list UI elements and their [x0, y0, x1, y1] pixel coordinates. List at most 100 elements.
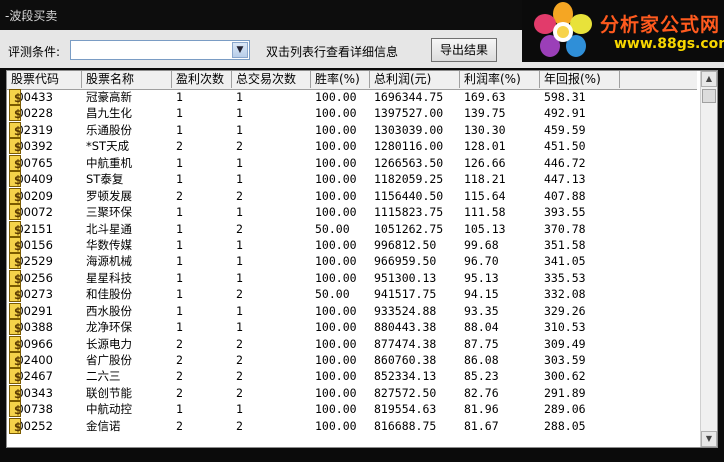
- table-row[interactable]: $600765 中航重机 1 1 100.00 1266563.50 126.66 446.7…: [7, 154, 697, 171]
- cell-annual-return: 300.62: [540, 368, 620, 384]
- cell-text: 中航重机: [86, 155, 132, 170]
- cell-text: 1: [176, 155, 183, 170]
- cell-text: 1: [236, 402, 243, 417]
- table-row[interactable]: $600209 罗顿发展 2 2 100.00 1156440.50 115.64 407.8…: [7, 187, 697, 204]
- cell-stock-name: 联创节能: [82, 385, 172, 401]
- cell-stock-name: 龙净环保: [82, 319, 172, 335]
- table-row[interactable]: $600392 *ST天成 2 2 100.00 1280116.00 128.01 451.…: [7, 138, 697, 155]
- col-header-wins[interactable]: 盈利次数: [172, 71, 232, 88]
- table-row[interactable]: $002151 北斗星通 1 2 50.00 1051262.75 105.13 370.78: [7, 220, 697, 237]
- cell-win-count: 1: [172, 401, 232, 417]
- cell-annual-return: 329.26: [540, 303, 620, 319]
- scroll-up-icon[interactable]: ▲: [701, 71, 717, 87]
- table-row[interactable]: $600433 冠豪高新 1 1 100.00 1696344.75 169.63 598.3…: [7, 89, 697, 105]
- table-row[interactable]: $000738 中航动控 1 1 100.00 819554.63 81.96 289.06: [7, 401, 697, 418]
- stock-icon: $: [9, 121, 21, 138]
- cell-text: 446.72: [544, 155, 586, 170]
- cell-text: 94.15: [464, 287, 499, 302]
- scroll-thumb[interactable]: [702, 89, 716, 103]
- cell-text: 81.67: [464, 418, 499, 433]
- cell-annual-return: 335.53: [540, 270, 620, 286]
- cell-stock-code: $000409: [7, 171, 82, 188]
- cell-stock-code: $600392: [7, 138, 82, 155]
- table-row[interactable]: $600291 西水股份 1 1 100.00 933524.88 93.35 329.26: [7, 302, 697, 319]
- cell-stock-name: 北斗星通: [82, 221, 172, 237]
- stock-icon: $: [9, 89, 21, 105]
- cell-total-profit: 1182059.25: [370, 171, 460, 187]
- cell-win-rate: 100.00: [311, 253, 370, 269]
- cell-text: 309.49: [544, 336, 586, 351]
- table-row[interactable]: $300256 星星科技 1 1 100.00 951300.13 95.13 335.53: [7, 269, 697, 286]
- cell-text: 100.00: [315, 385, 357, 400]
- cell-text: 北斗星通: [86, 221, 132, 236]
- cell-trade-count: 1: [232, 270, 311, 286]
- table-row[interactable]: $000409 ST泰复 1 1 100.00 1182059.25 118.21 447.1…: [7, 171, 697, 188]
- cell-text: 2: [176, 139, 183, 154]
- cell-win-rate: 100.00: [311, 319, 370, 335]
- cell-total-profit: 1397527.00: [370, 105, 460, 121]
- cell-text: 1: [176, 402, 183, 417]
- table-row[interactable]: $300343 联创节能 2 2 100.00 827572.50 82.76 291.89: [7, 384, 697, 401]
- col-header-trades[interactable]: 总交易次数: [232, 71, 311, 88]
- cell-text: 1: [236, 254, 243, 269]
- cell-win-rate: 100.00: [311, 89, 370, 105]
- cell-total-profit: 1115823.75: [370, 204, 460, 220]
- cell-annual-return: 309.49: [540, 336, 620, 352]
- cell-win-count: 2: [172, 368, 232, 384]
- cell-profit-rate: 94.15: [460, 286, 540, 302]
- table-row[interactable]: $300072 三聚环保 1 1 100.00 1115823.75 111.58 393.5…: [7, 204, 697, 221]
- scroll-down-icon[interactable]: ▼: [701, 431, 717, 447]
- stock-icon: $: [9, 269, 21, 286]
- cell-total-profit: 877474.38: [370, 336, 460, 352]
- cell-text: 2: [176, 418, 183, 433]
- col-header-code[interactable]: 股票代码: [7, 71, 82, 88]
- cell-win-count: 1: [172, 221, 232, 237]
- cell-win-count: 1: [172, 303, 232, 319]
- chevron-down-icon[interactable]: ▼: [232, 42, 248, 58]
- cell-text: 877474.38: [374, 336, 437, 351]
- cell-text: 1182059.25: [374, 172, 444, 187]
- table-row[interactable]: $600228 昌九生化 1 1 100.00 1397527.00 139.75 492.9…: [7, 105, 697, 122]
- cell-text: 100.00: [315, 237, 357, 252]
- table-row[interactable]: $600388 龙净环保 1 1 100.00 880443.38 88.04 310.53: [7, 319, 697, 336]
- cell-stock-name: 华数传媒: [82, 237, 172, 253]
- table-row[interactable]: $300273 和佳股份 1 2 50.00 941517.75 94.15 332.08: [7, 286, 697, 303]
- cell-stock-name: 和佳股份: [82, 286, 172, 302]
- cell-text: 816688.75: [374, 418, 437, 433]
- table-row[interactable]: $000156 华数传媒 1 1 100.00 996812.50 99.68 351.58: [7, 236, 697, 253]
- table-row[interactable]: $002529 海源机械 1 1 100.00 966959.50 96.70 341.05: [7, 253, 697, 270]
- col-header-winrate[interactable]: 胜率(%): [311, 71, 370, 88]
- results-table[interactable]: 股票代码 股票名称 盈利次数 总交易次数 胜率(%) 总利润(元) 利润率(%)…: [6, 70, 718, 448]
- cell-text: 115.64: [464, 188, 506, 203]
- table-row[interactable]: $000966 长源电力 2 2 100.00 877474.38 87.75 309.49: [7, 335, 697, 352]
- cell-profit-rate: 115.64: [460, 188, 540, 204]
- col-header-name[interactable]: 股票名称: [82, 71, 172, 88]
- export-button[interactable]: 导出结果: [431, 38, 497, 62]
- cell-trade-count: 1: [232, 155, 311, 171]
- table-row[interactable]: $002467 二六三 2 2 100.00 852334.13 85.23 300.62: [7, 368, 697, 385]
- table-row[interactable]: $300252 金信诺 2 2 100.00 816688.75 81.67 288.05: [7, 417, 697, 434]
- condition-combobox[interactable]: ▼: [70, 40, 250, 60]
- cell-text: ST泰复: [86, 172, 124, 187]
- cell-stock-name: *ST天成: [82, 138, 172, 154]
- vertical-scrollbar[interactable]: ▲ ▼: [700, 71, 717, 447]
- cell-text: 860760.38: [374, 353, 437, 367]
- cell-text: 1: [236, 205, 243, 220]
- cell-stock-code: $300072: [7, 204, 82, 221]
- stock-icon: $: [9, 286, 21, 303]
- cell-trade-count: 1: [232, 171, 311, 187]
- cell-text: 126.66: [464, 155, 506, 170]
- col-header-annual-return[interactable]: 年回报(%): [540, 71, 620, 88]
- cell-text: 288.05: [544, 418, 586, 433]
- cell-text: 941517.75: [374, 287, 437, 302]
- col-header-profit-rate[interactable]: 利润率(%): [460, 71, 540, 88]
- table-row[interactable]: $002319 乐通股份 1 1 100.00 1303039.00 130.30 459.5…: [7, 121, 697, 138]
- col-header-profit[interactable]: 总利润(元): [370, 71, 460, 88]
- cell-text: 100.00: [315, 254, 357, 269]
- table-row[interactable]: $002400 省广股份 2 2 100.00 860760.38 86.08 303.59: [7, 352, 697, 368]
- cell-profit-rate: 87.75: [460, 336, 540, 352]
- cell-text: 1156440.50: [374, 188, 444, 203]
- cell-win-count: 1: [172, 105, 232, 121]
- stock-icon: $: [9, 368, 21, 385]
- cell-stock-code: $002400: [7, 352, 82, 368]
